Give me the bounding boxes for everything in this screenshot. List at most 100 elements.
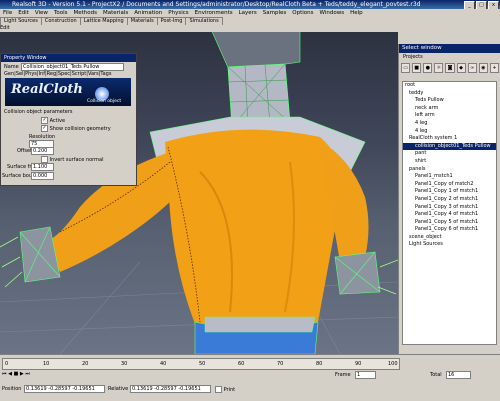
ptab-phys[interactable]: Phys — [25, 71, 37, 77]
active-checkbox[interactable]: ✓ — [41, 117, 48, 124]
tree-item[interactable]: Panel1_Copy 2 of mstch1 — [403, 196, 496, 204]
tab-construction[interactable]: Construction — [40, 17, 81, 25]
tree-item[interactable]: root — [403, 82, 496, 90]
realcloth-logo: RealCloth Collision object — [5, 78, 131, 106]
tree-item[interactable]: Teds Pullow — [403, 97, 496, 105]
invert-checkbox[interactable] — [41, 156, 48, 163]
ptab-gen[interactable]: Gen — [4, 71, 14, 77]
plus-icon[interactable]: + — [489, 63, 499, 73]
menu-environments[interactable]: Environments — [192, 10, 236, 16]
tree-item[interactable]: scene_object — [403, 234, 496, 242]
tab-materials[interactable]: Materials — [126, 17, 158, 25]
tree-item[interactable]: Panel1_Copy 3 of mstch1 — [403, 204, 496, 212]
tree-item[interactable]: Panel1_Copy 4 of mstch1 — [403, 211, 496, 219]
menu-help[interactable]: Help — [347, 10, 366, 16]
logo-text: RealCloth — [11, 82, 83, 97]
menu-tools[interactable]: Tools — [51, 10, 71, 16]
timeline-tick: 40 — [160, 361, 167, 367]
camera-icon[interactable]: ◙ — [445, 63, 455, 73]
menu-methods[interactable]: Methods — [71, 10, 101, 16]
total-field[interactable]: 16 — [446, 371, 471, 379]
invert-label: Invert surface normal — [49, 157, 104, 163]
tree-item-selected[interactable]: collision_object01_Teds Pullow — [403, 142, 496, 151]
menu-options[interactable]: Options — [289, 10, 316, 16]
step-back-icon[interactable]: ◀ — [8, 371, 12, 377]
timeline[interactable]: 0 10 20 30 40 50 60 70 80 90 100 — [2, 358, 400, 370]
tree-item[interactable]: Panel1_Copy 5 of mstch1 — [403, 219, 496, 227]
play-icon[interactable]: ▶ — [20, 371, 24, 377]
timeline-tick: 50 — [199, 361, 206, 367]
menu-materials[interactable]: Materials — [100, 10, 131, 16]
print-label: Print — [223, 387, 236, 393]
active-label: Active — [49, 118, 66, 124]
ptab-tags[interactable]: Tags — [100, 71, 111, 77]
logo-subtitle: Collision object — [87, 99, 122, 104]
menu-layers[interactable]: Layers — [236, 10, 260, 16]
tree-item[interactable]: teddy — [403, 90, 496, 98]
cube-icon[interactable]: ■ — [412, 63, 422, 73]
tree-item[interactable]: Panel1_Copy 1 of mstch1 — [403, 188, 496, 196]
position-field[interactable]: 0.13619 -0.28597 -0.19651 — [24, 385, 105, 393]
print-checkbox[interactable] — [215, 386, 222, 393]
menu-samples[interactable]: Samples — [260, 10, 290, 16]
ptab-reg[interactable]: Reg — [47, 71, 57, 77]
ptab-inf[interactable]: Inf — [39, 71, 45, 77]
tree-item[interactable]: shirt — [403, 158, 496, 166]
tree-item[interactable]: 4 leg — [403, 128, 496, 136]
tab-post-img[interactable]: Post-Img — [156, 17, 187, 25]
stop-icon[interactable]: ■ — [14, 371, 19, 377]
property-window-title-text: Property Window — [4, 55, 47, 61]
show-geometry-label: Show collision geometry — [49, 126, 111, 132]
offset-label: Offset — [17, 148, 33, 154]
menu-view[interactable]: View — [32, 10, 51, 16]
eye-icon[interactable]: ◉ — [478, 63, 488, 73]
sphere-icon[interactable]: ● — [423, 63, 433, 73]
offset-field[interactable]: 0.200 — [31, 147, 54, 155]
menu-edit[interactable]: Edit — [15, 10, 32, 16]
tree-item[interactable]: 4 leg — [403, 120, 496, 128]
menu-physics[interactable]: Physics — [165, 10, 191, 16]
rewind-icon[interactable]: ⏮ — [2, 371, 7, 377]
menu-windows[interactable]: Windows — [317, 10, 348, 16]
tree-item[interactable]: pant — [403, 150, 496, 158]
link-icon[interactable]: ∞ — [467, 63, 477, 73]
show-geometry-checkbox[interactable]: ✓ — [41, 125, 48, 132]
timeline-tick: 10 — [43, 361, 50, 367]
folder-icon[interactable]: ▭ — [401, 63, 411, 73]
relative-label: Relative — [108, 386, 129, 392]
object-tree[interactable]: root teddy Teds Pullow neck arm left arm… — [402, 81, 497, 345]
friction-field[interactable]: 1.100 — [31, 163, 54, 171]
ptab-sel[interactable]: Sel — [16, 71, 24, 77]
print-row: Print — [215, 386, 235, 393]
tab-light-sources[interactable]: Light Sources — [0, 17, 42, 25]
fast-forward-icon[interactable]: ⏭ — [25, 371, 30, 377]
tree-item[interactable]: RealCloth system 1 — [403, 135, 496, 143]
menu-animation[interactable]: Animation — [131, 10, 165, 16]
menu-file[interactable]: File — [0, 10, 15, 16]
tree-item[interactable]: left arm — [403, 112, 496, 120]
menu-bar: File Edit View Tools Methods Materials Animati… — [0, 9, 500, 17]
bounciness-field[interactable]: 0.000 — [31, 172, 54, 180]
tree-item[interactable]: Light Sources — [403, 241, 496, 249]
tree-item[interactable]: neck arm — [403, 105, 496, 113]
ptab-spec[interactable]: Spec — [58, 71, 70, 77]
tree-item[interactable]: Panel1_Copy of mstch2 — [403, 181, 496, 189]
tree-item[interactable]: Panel1_mstch1 — [403, 173, 496, 181]
frame-field[interactable]: 1 — [355, 371, 376, 379]
edit-label[interactable]: Edit — [0, 25, 10, 31]
show-geometry-row: ✓ Show collision geometry — [41, 125, 111, 132]
ptab-script[interactable]: Script — [72, 71, 87, 77]
tree-item[interactable]: panels — [403, 166, 496, 174]
timeline-tick: 0 — [5, 361, 9, 367]
property-tabs: Gen|Sel|Phys|Inf|Reg|Spec|Script|Vars|Ta… — [4, 71, 112, 77]
tab-lattice-mapping[interactable]: Lattice Mapping — [79, 17, 128, 25]
tab-simulations[interactable]: Simulations — [185, 17, 223, 25]
material-icon[interactable]: ◆ — [456, 63, 466, 73]
name-field[interactable]: Collision_object01_Teds Pullow — [21, 63, 124, 71]
tree-item[interactable]: Panel1_Copy 6 of mstch1 — [403, 226, 496, 234]
ptab-vars[interactable]: Vars — [88, 71, 99, 77]
light-icon[interactable]: ☼ — [434, 63, 444, 73]
timeline-tick: 100 — [388, 361, 398, 367]
relative-field[interactable]: 0.13619 -0.28597 -0.19651 — [130, 385, 211, 393]
window-title-bar: Realsoft 3D - Version 5.1 - ProjectX2 / … — [0, 0, 500, 9]
